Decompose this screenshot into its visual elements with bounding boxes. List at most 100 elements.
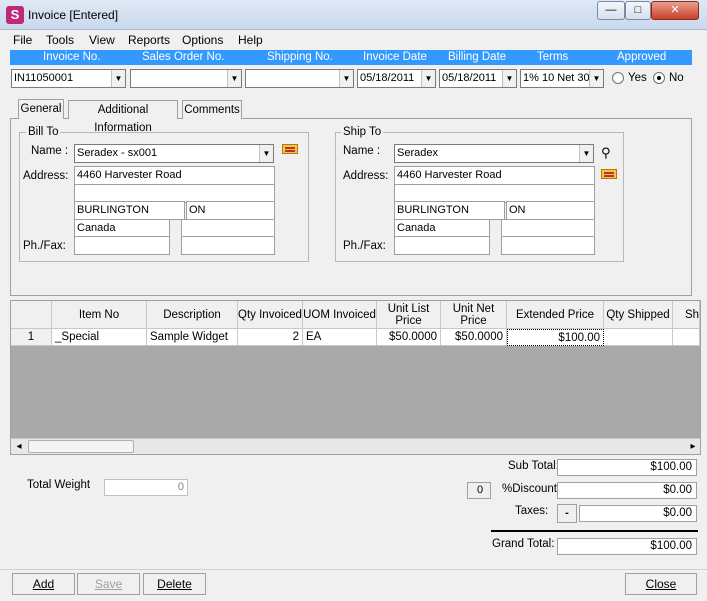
subtotal-field: $100.00: [557, 459, 697, 476]
col-sh[interactable]: Sh: [673, 301, 700, 329]
taxes-label: Taxes:: [515, 505, 549, 517]
menu-options[interactable]: Options: [182, 33, 223, 47]
sales-order-combo[interactable]: ▼: [130, 69, 242, 88]
header-terms: Terms: [537, 51, 569, 63]
cell-qty-invoiced[interactable]: 2: [238, 329, 303, 346]
ship-to-address1[interactable]: 4460 Harvester Road: [394, 166, 595, 185]
cell-extended-price[interactable]: $100.00: [507, 329, 604, 346]
approved-yes-radio[interactable]: [612, 72, 624, 84]
ship-to-phone[interactable]: [394, 236, 490, 255]
note-icon[interactable]: [282, 144, 298, 154]
taxes-field: $0.00: [579, 505, 697, 522]
col-qty-shipped[interactable]: Qty Shipped: [604, 301, 673, 329]
terms-value: 1% 10 Net 30: [523, 72, 590, 84]
ship-to-name-label: Name :: [343, 145, 381, 157]
menu-tools[interactable]: Tools: [46, 33, 74, 47]
window-title: Invoice [Entered]: [28, 8, 119, 22]
cell-item-no[interactable]: _Special: [52, 329, 147, 346]
billing-date-value: 05/18/2011: [442, 72, 497, 84]
chevron-down-icon[interactable]: ▼: [589, 70, 603, 87]
ship-to-phfax-label: Ph./Fax:: [343, 240, 386, 252]
bill-to-legend: Bill To: [26, 126, 61, 138]
save-button[interactable]: Save: [77, 573, 140, 595]
ship-to-province[interactable]: ON: [506, 201, 595, 220]
ship-to-fax[interactable]: [501, 236, 595, 255]
scroll-left-icon[interactable]: ◂: [11, 439, 27, 454]
cell-unit-list-price[interactable]: $50.0000: [377, 329, 441, 346]
minimize-button[interactable]: —: [597, 1, 625, 20]
delete-button[interactable]: Delete: [143, 573, 206, 595]
billing-date-picker[interactable]: 05/18/2011 ▼: [439, 69, 517, 88]
menu-view[interactable]: View: [89, 33, 115, 47]
note-icon[interactable]: [601, 169, 617, 179]
invoice-no-value: IN11050001: [14, 72, 74, 84]
binoculars-icon[interactable]: ⚲: [601, 145, 611, 161]
cell-sh[interactable]: [673, 329, 700, 346]
close-button[interactable]: Close: [625, 573, 697, 595]
total-weight-label: Total Weight: [27, 479, 91, 491]
scrollbar-thumb[interactable]: [28, 440, 134, 453]
discount-field[interactable]: $0.00: [557, 482, 697, 499]
shipping-no-combo[interactable]: ▼: [245, 69, 354, 88]
bill-to-address-label: Address:: [23, 170, 69, 182]
header-sales-order-no: Sales Order No.: [142, 51, 225, 63]
chevron-down-icon[interactable]: ▼: [339, 70, 353, 87]
approved-yes-label: Yes: [628, 72, 647, 84]
ship-to-name-combo[interactable]: Seradex ▼: [394, 144, 594, 163]
header-approved: Approved: [617, 51, 667, 63]
terms-combo[interactable]: 1% 10 Net 30 ▼: [520, 69, 604, 88]
header-bar: [10, 50, 692, 65]
approved-no-radio[interactable]: [653, 72, 665, 84]
chevron-down-icon[interactable]: ▼: [579, 145, 593, 162]
subtotal-label: Sub Total:: [508, 460, 559, 472]
col-description[interactable]: Description: [147, 301, 238, 329]
col-extended-price[interactable]: Extended Price: [507, 301, 604, 329]
col-item-no[interactable]: Item No: [52, 301, 147, 329]
menu-file[interactable]: File: [13, 33, 32, 47]
chevron-down-icon[interactable]: ▼: [111, 70, 125, 87]
chevron-down-icon[interactable]: ▼: [227, 70, 241, 87]
tab-additional-information[interactable]: Additional Information: [68, 100, 178, 134]
totals-divider: [491, 530, 698, 532]
header-billing-date: Billing Date: [448, 51, 507, 63]
chevron-down-icon[interactable]: ▼: [259, 145, 273, 162]
col-unit-net-price[interactable]: Unit Net Price: [441, 301, 507, 329]
chevron-down-icon[interactable]: ▼: [502, 70, 516, 87]
bill-to-province[interactable]: ON: [186, 201, 275, 220]
close-window-button[interactable]: ✕: [651, 1, 699, 20]
header-shipping-no: Shipping No.: [267, 51, 333, 63]
ship-to-name-value: Seradex: [397, 147, 438, 159]
col-unit-list-price[interactable]: Unit List Price: [377, 301, 441, 329]
taxes-button[interactable]: -: [557, 504, 577, 523]
col-uom-invoiced[interactable]: UOM Invoiced: [303, 301, 377, 329]
bill-to-name-value: Seradex - sx001: [77, 147, 158, 159]
col-qty-invoiced[interactable]: Qty Invoiced: [238, 301, 303, 329]
cell-qty-shipped[interactable]: [604, 329, 673, 346]
discount-label: %Discount:: [502, 483, 561, 495]
ship-to-city[interactable]: BURLINGTON: [394, 201, 505, 220]
cell-unit-net-price[interactable]: $50.0000: [441, 329, 507, 346]
menu-help[interactable]: Help: [238, 33, 263, 47]
bill-to-phone[interactable]: [74, 236, 170, 255]
row-number: 1: [11, 329, 52, 346]
tab-general[interactable]: General: [18, 99, 64, 119]
invoice-date-picker[interactable]: 05/18/2011 ▼: [357, 69, 436, 88]
cell-uom[interactable]: EA: [303, 329, 377, 346]
chevron-down-icon[interactable]: ▼: [421, 70, 435, 87]
bill-to-fax[interactable]: [181, 236, 275, 255]
bottom-divider: [0, 569, 707, 570]
grand-total-label: Grand Total:: [492, 538, 555, 550]
tab-comments[interactable]: Comments: [182, 100, 242, 119]
menu-reports[interactable]: Reports: [128, 33, 170, 47]
invoice-no-combo[interactable]: IN11050001 ▼: [11, 69, 126, 88]
bill-to-phfax-label: Ph./Fax:: [23, 240, 66, 252]
bill-to-address1[interactable]: 4460 Harvester Road: [74, 166, 275, 185]
bill-to-city[interactable]: BURLINGTON: [74, 201, 185, 220]
ship-to-address-label: Address:: [343, 170, 389, 182]
bill-to-name-combo[interactable]: Seradex - sx001 ▼: [74, 144, 274, 163]
add-button[interactable]: Add: [12, 573, 75, 595]
total-weight-field: 0: [104, 479, 188, 496]
scroll-right-icon[interactable]: ▸: [685, 439, 701, 454]
cell-description[interactable]: Sample Widget: [147, 329, 238, 346]
maximize-button[interactable]: □: [625, 1, 651, 20]
